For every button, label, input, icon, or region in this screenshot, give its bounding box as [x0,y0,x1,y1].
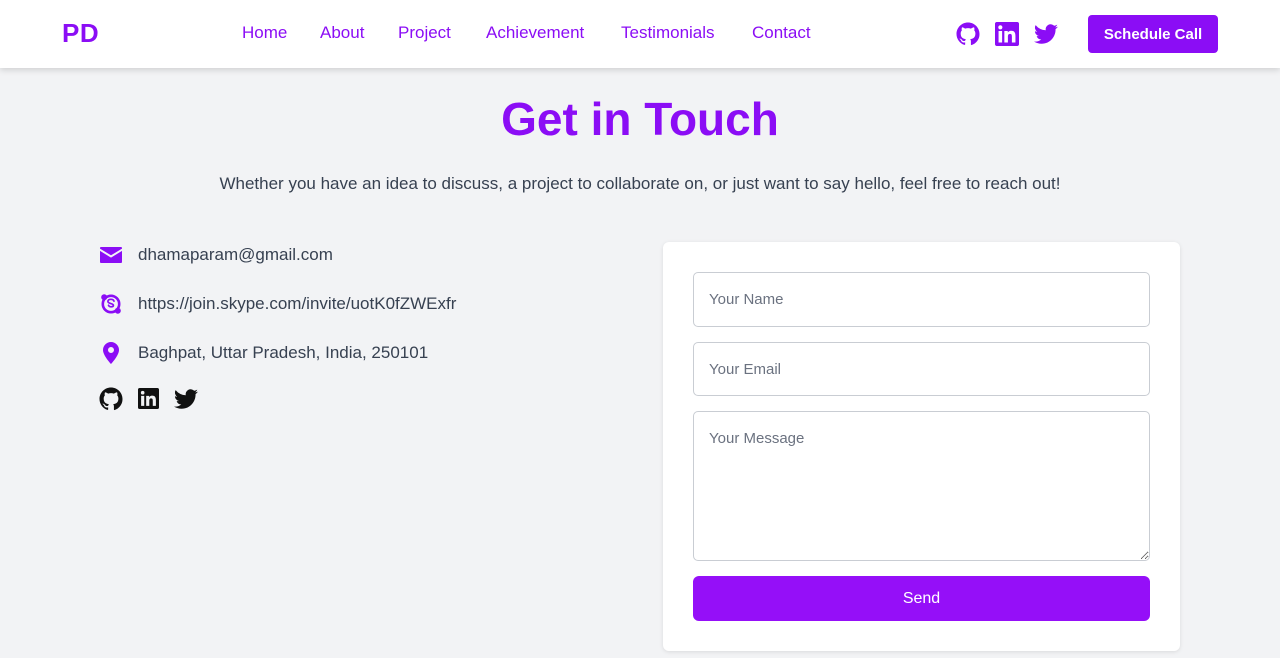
nav-item-contact[interactable]: Contact [752,23,811,43]
skype-link[interactable]: https://join.skype.com/invite/uotK0fZWEx… [138,294,456,314]
message-textarea[interactable] [693,411,1150,561]
nav-item-home[interactable]: Home [242,23,287,43]
email-info: dhamaparam@gmail.com [100,243,333,267]
send-button[interactable]: Send [693,576,1150,621]
twitter-icon[interactable] [174,387,198,411]
github-icon[interactable] [956,22,980,46]
site-header: PD Home About Project Achievement Testim… [0,0,1280,68]
nav-item-project[interactable]: Project [398,23,451,43]
github-icon[interactable] [99,387,123,411]
skype-info: https://join.skype.com/invite/uotK0fZWEx… [100,292,456,316]
nav-item-about[interactable]: About [320,23,364,43]
skype-icon [100,293,122,315]
location-info: Baghpat, Uttar Pradesh, India, 250101 [100,341,428,365]
email-input[interactable] [693,342,1150,396]
logo[interactable]: PD [62,18,99,49]
schedule-call-button[interactable]: Schedule Call [1088,15,1218,53]
envelope-icon [100,244,122,266]
email-text[interactable]: dhamaparam@gmail.com [138,245,333,265]
page-title: Get in Touch [501,93,779,145]
location-text: Baghpat, Uttar Pradesh, India, 250101 [138,343,429,362]
linkedin-icon[interactable] [138,388,159,409]
nav-item-achievement[interactable]: Achievement [486,23,584,43]
contact-form: Send [663,242,1180,651]
twitter-icon[interactable] [1034,22,1058,46]
name-input[interactable] [693,272,1150,327]
linkedin-icon[interactable] [995,22,1019,46]
map-pin-icon [100,342,122,364]
nav-item-testimonials[interactable]: Testimonials [621,23,715,43]
page-subtitle: Whether you have an idea to discuss, a p… [219,174,1061,193]
